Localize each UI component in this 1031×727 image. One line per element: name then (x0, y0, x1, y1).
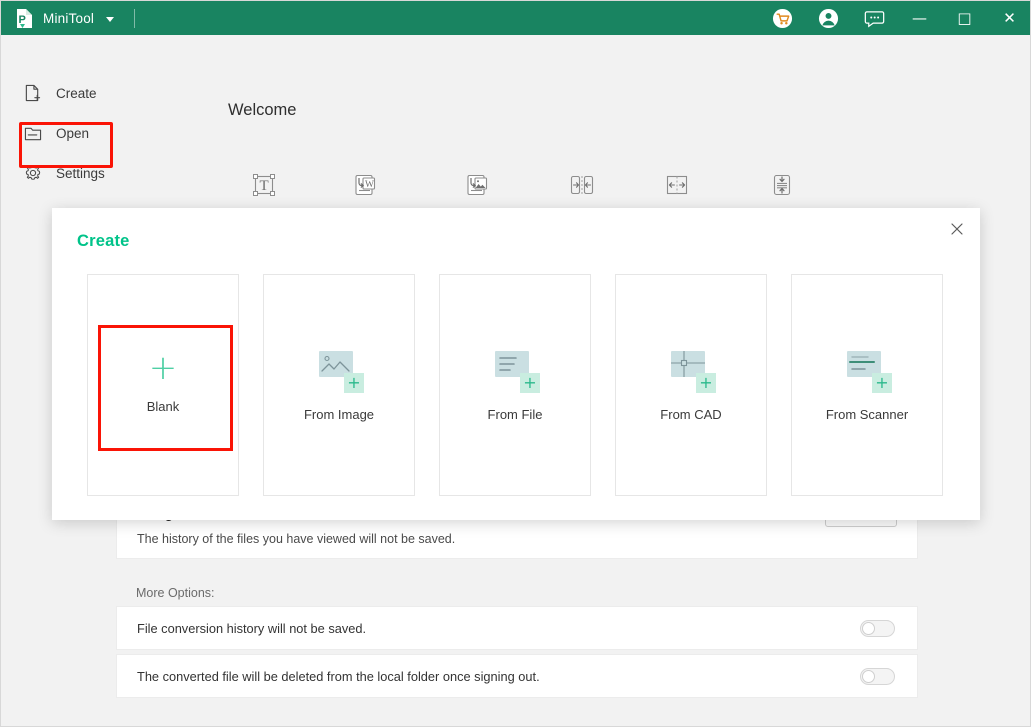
toggle-switch-delete-on-signout[interactable] (860, 667, 895, 685)
close-icon[interactable]: ✕ (987, 1, 1030, 35)
option-row-delete-on-signout: The converted file will be deleted from … (116, 654, 918, 698)
pdf-to-word-icon[interactable]: W (344, 164, 384, 206)
chevron-down-icon[interactable] (106, 16, 115, 22)
file-plus-icon (23, 84, 42, 103)
create-card-label: From CAD (660, 406, 722, 422)
create-card-from-cad[interactable]: + From CAD (615, 274, 767, 496)
create-dialog: Create + Blank + From Image + From File … (52, 208, 980, 520)
option-label: File conversion history will not be save… (137, 620, 367, 636)
create-options-row: + Blank + From Image + From File + From … (87, 274, 943, 496)
merge-pdf-icon[interactable] (562, 164, 602, 206)
create-card-blank[interactable]: + Blank (87, 274, 239, 496)
app-title: MiniTool (43, 10, 95, 26)
toggle-switch-conversion-history[interactable] (860, 619, 895, 637)
minimize-glyph: — (912, 8, 927, 27)
account-icon[interactable] (805, 1, 851, 35)
folder-icon (23, 124, 42, 143)
option-label: The converted file will be deleted from … (137, 668, 540, 684)
create-card-label: From File (487, 406, 543, 422)
create-card-from-image[interactable]: + From Image (263, 274, 415, 496)
gear-icon (23, 164, 42, 183)
dialog-close-icon[interactable] (944, 216, 970, 242)
application-window: P MiniTool — □ ✕ Create Open Settings We… (0, 0, 1031, 727)
title-bar: P MiniTool — □ ✕ (1, 1, 1030, 35)
more-options-label: More Options: (136, 586, 215, 600)
maximize-icon[interactable]: □ (942, 1, 987, 35)
compress-pdf-icon[interactable] (762, 164, 802, 206)
toggle-knob (862, 669, 875, 683)
titlebar-divider (134, 8, 136, 28)
cart-icon[interactable] (759, 1, 805, 35)
sidebar-item-label: Open (56, 125, 90, 141)
maximize-glyph: □ (957, 8, 972, 27)
sidebar-item-open[interactable]: Open (23, 118, 89, 148)
file-plus-icon: + (492, 349, 540, 393)
plus-badge-icon: + (344, 372, 364, 393)
dialog-title: Create (77, 232, 130, 250)
toggle-knob (862, 621, 875, 635)
sidebar-item-label: Settings (56, 165, 105, 181)
create-card-from-scanner[interactable]: + From Scanner (791, 274, 943, 496)
svg-text:W: W (365, 180, 374, 190)
minitool-pdf-logo-icon: P (15, 8, 34, 29)
plus-badge-icon: + (520, 372, 540, 393)
close-glyph: ✕ (1003, 8, 1016, 27)
plus-badge-icon: + (696, 372, 716, 393)
blank-card-content: + Blank (146, 347, 180, 414)
window-controls: — □ ✕ (759, 1, 1030, 35)
create-card-label: Blank (146, 398, 180, 414)
ocr-text-icon[interactable]: T (244, 164, 284, 206)
incognito-description: The history of the files you have viewed… (137, 532, 456, 546)
create-card-label: From Image (303, 406, 375, 422)
minimize-icon[interactable]: — (897, 1, 942, 35)
plus-icon: + (148, 347, 178, 388)
image-plus-icon: + (316, 349, 364, 393)
pdf-to-image-icon[interactable] (456, 164, 496, 206)
svg-text:T: T (260, 178, 269, 194)
option-row-conversion-history: File conversion history will not be save… (116, 606, 918, 650)
sidebar-item-label: Create (56, 85, 97, 101)
sidebar-item-settings[interactable]: Settings (23, 158, 105, 188)
create-card-from-file[interactable]: + From File (439, 274, 591, 496)
feedback-icon[interactable] (851, 1, 897, 35)
create-card-label: From Scanner (825, 406, 909, 422)
scanner-plus-icon: + (844, 349, 892, 393)
plus-badge-icon: + (872, 372, 892, 393)
welcome-heading: Welcome (228, 101, 297, 119)
sidebar-item-create[interactable]: Create (23, 78, 97, 108)
cad-plus-icon: + (668, 349, 716, 393)
title-bar-brand-group: P MiniTool (1, 8, 136, 29)
split-pdf-icon[interactable] (657, 164, 697, 206)
tool-shortcut-row: T W (228, 164, 828, 206)
